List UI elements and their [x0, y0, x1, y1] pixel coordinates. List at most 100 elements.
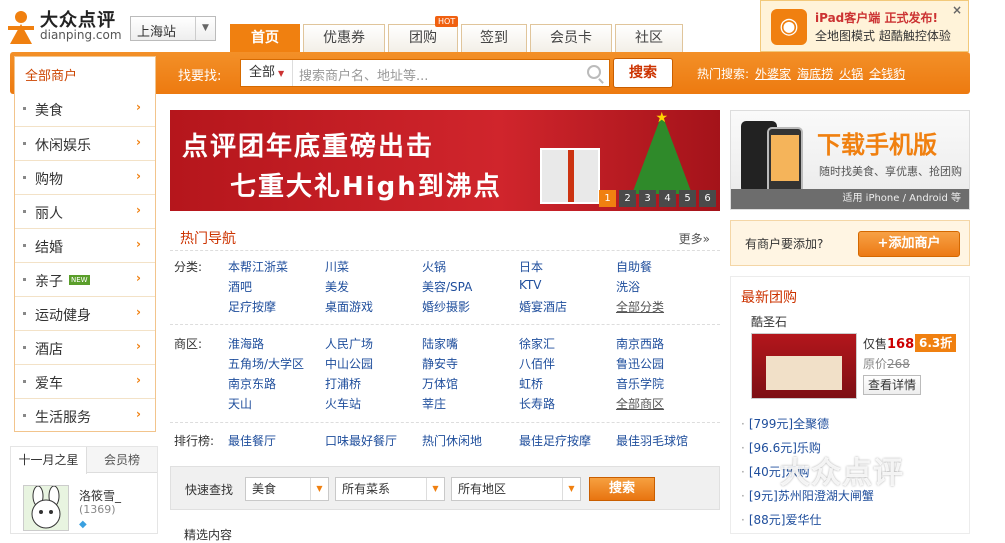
category-link[interactable]: 火锅 — [422, 258, 446, 275]
chevron-right-icon: › — [136, 135, 141, 149]
category-link[interactable]: 婚宴酒店 — [519, 298, 567, 315]
tab-coupons[interactable]: 优惠券 — [303, 24, 385, 52]
tab-member-rank[interactable]: 会员榜 — [87, 447, 157, 473]
category-link[interactable]: 桌面游戏 — [325, 298, 373, 315]
banner-page-6[interactable]: 6 — [699, 190, 716, 207]
district-link[interactable]: 莘庄 — [422, 395, 446, 412]
sidebar-item-family[interactable]: 亲子 NEW › — [15, 262, 155, 296]
ipad-promo[interactable]: ◉ iPad客户端 正式发布! 全地图模式 超酷触控体验 × — [760, 0, 969, 52]
sidebar-item-hotel[interactable]: 酒店 › — [15, 330, 155, 364]
rank-link[interactable]: 最佳羽毛球馆 — [616, 432, 688, 449]
district-link[interactable]: 徐家汇 — [519, 335, 555, 352]
district-link[interactable]: 陆家嘴 — [422, 335, 458, 352]
sidebar-item-label: 亲子 — [35, 274, 63, 290]
sidebar-item-leisure[interactable]: 休闲娱乐 › — [15, 126, 155, 160]
sidebar-item-shopping[interactable]: 购物 › — [15, 160, 155, 194]
add-shop-question: 有商户要添加? — [745, 237, 824, 251]
hot-search-link[interactable]: 全钱豹 — [869, 67, 905, 81]
district-link[interactable]: 淮海路 — [228, 335, 264, 352]
district-link[interactable]: 音乐学院 — [616, 375, 664, 392]
view-details-button[interactable]: 查看详情 — [863, 375, 921, 395]
search-box[interactable]: 全部 ▼ 搜索商户名、地址等... — [240, 59, 610, 87]
rank-link[interactable]: 口味最好餐厅 — [325, 432, 397, 449]
category-link[interactable]: 自助餐 — [616, 258, 652, 275]
district-link[interactable]: 人民广场 — [325, 335, 373, 352]
district-link[interactable]: 长寿路 — [519, 395, 555, 412]
sidebar-item-car[interactable]: 爱车 › — [15, 364, 155, 398]
city-selector[interactable]: 上海站 ▼ — [130, 16, 216, 41]
tab-membercard[interactable]: 会员卡 — [530, 24, 612, 52]
district-link[interactable]: 打浦桥 — [325, 375, 361, 392]
banner-page-1[interactable]: 1 — [599, 190, 616, 207]
category-link[interactable]: 美发 — [325, 278, 349, 295]
district-link[interactable]: 五角场/大学区 — [228, 355, 304, 372]
banner-page-5[interactable]: 5 — [679, 190, 696, 207]
district-select[interactable]: 所有地区 ▼ — [451, 477, 581, 501]
chevron-right-icon: › — [136, 169, 141, 183]
banner-page-3[interactable]: 3 — [639, 190, 656, 207]
district-link[interactable]: 万体馆 — [422, 375, 458, 392]
district-link[interactable]: 八佰伴 — [519, 355, 555, 372]
deal-link[interactable]: [799元]全聚德 — [741, 415, 829, 432]
sidebar-item-wedding[interactable]: 结婚 › — [15, 228, 155, 262]
quick-search-button[interactable]: 搜索 — [589, 477, 655, 501]
all-categories-link[interactable]: 全部分类 — [616, 298, 664, 315]
district-link[interactable]: 南京西路 — [616, 335, 664, 352]
district-label: 商区: — [174, 337, 203, 351]
category-link[interactable]: 婚纱摄影 — [422, 298, 470, 315]
sidebar-item-food[interactable]: 美食 › — [15, 92, 155, 126]
search-category-select[interactable]: 全部 ▼ — [241, 60, 293, 86]
category-link[interactable]: 足疗按摩 — [228, 298, 276, 315]
district-link[interactable]: 静安寺 — [422, 355, 458, 372]
all-shops-header[interactable]: 全部商户 — [14, 56, 156, 92]
hot-search-link[interactable]: 火锅 — [839, 67, 863, 81]
category-link[interactable]: 洗浴 — [616, 278, 640, 295]
deal-shop-name[interactable]: 酷圣石 — [751, 313, 787, 330]
district-link[interactable]: 中山公园 — [325, 355, 373, 372]
rank-link[interactable]: 热门休闲地 — [422, 432, 482, 449]
sidebar-item-services[interactable]: 生活服务 › — [15, 398, 155, 432]
bullet-icon — [23, 346, 26, 349]
district-link[interactable]: 南京东路 — [228, 375, 276, 392]
category-link[interactable]: 本帮江浙菜 — [228, 258, 288, 275]
chevron-right-icon: › — [136, 305, 141, 319]
divider — [170, 324, 720, 325]
search-button[interactable]: 搜索 — [613, 58, 673, 88]
search-input[interactable]: 搜索商户名、地址等... — [299, 65, 428, 84]
deal-image[interactable] — [751, 333, 857, 399]
category-link[interactable]: KTV — [519, 278, 541, 292]
rank-link[interactable]: 最佳足疗按摩 — [519, 432, 591, 449]
hot-search-link[interactable]: 海底捞 — [797, 67, 833, 81]
sidebar-item-beauty[interactable]: 丽人 › — [15, 194, 155, 228]
district-link[interactable]: 虹桥 — [519, 375, 543, 392]
banner-page-4[interactable]: 4 — [659, 190, 676, 207]
cuisine-select[interactable]: 所有菜系 ▼ — [335, 477, 445, 501]
avatar[interactable] — [23, 485, 69, 531]
all-districts-link[interactable]: 全部商区 — [616, 395, 664, 412]
rank-link[interactable]: 最佳餐厅 — [228, 432, 276, 449]
tab-home[interactable]: 首页 — [230, 24, 300, 52]
tab-checkin[interactable]: 签到 — [461, 24, 527, 52]
hot-search-link[interactable]: 外婆家 — [755, 67, 791, 81]
category-link[interactable]: 川菜 — [325, 258, 349, 275]
deal-link[interactable]: [88元]爱华仕 — [741, 511, 822, 528]
mobile-download-banner[interactable]: 下载手机版 随时找美食、享优惠、抢团购 适用 iPhone / Android … — [730, 110, 970, 210]
district-link[interactable]: 天山 — [228, 395, 252, 412]
banner-page-2[interactable]: 2 — [619, 190, 636, 207]
district-link[interactable]: 鲁迅公园 — [616, 355, 664, 372]
member-name[interactable]: 洛筱雪_ — [79, 487, 121, 504]
tab-groupbuy[interactable]: 团购 — [388, 24, 458, 52]
sidebar-item-fitness[interactable]: 运动健身 › — [15, 296, 155, 330]
add-shop-button[interactable]: +添加商户 — [858, 231, 960, 257]
tab-month-star[interactable]: 十一月之星 — [11, 447, 87, 474]
category-select[interactable]: 美食 ▼ — [245, 477, 329, 501]
category-link[interactable]: 酒吧 — [228, 278, 252, 295]
close-icon[interactable]: × — [952, 3, 962, 17]
category-link[interactable]: 日本 — [519, 258, 543, 275]
quick-search-label: 快速查找 — [185, 483, 234, 497]
logo[interactable]: 大众点评 dianping.com — [6, 4, 126, 48]
district-link[interactable]: 火车站 — [325, 395, 361, 412]
tab-community[interactable]: 社区 — [615, 24, 683, 52]
category-link[interactable]: 美容/SPA — [422, 278, 472, 295]
more-link[interactable]: 更多» — [679, 230, 710, 247]
